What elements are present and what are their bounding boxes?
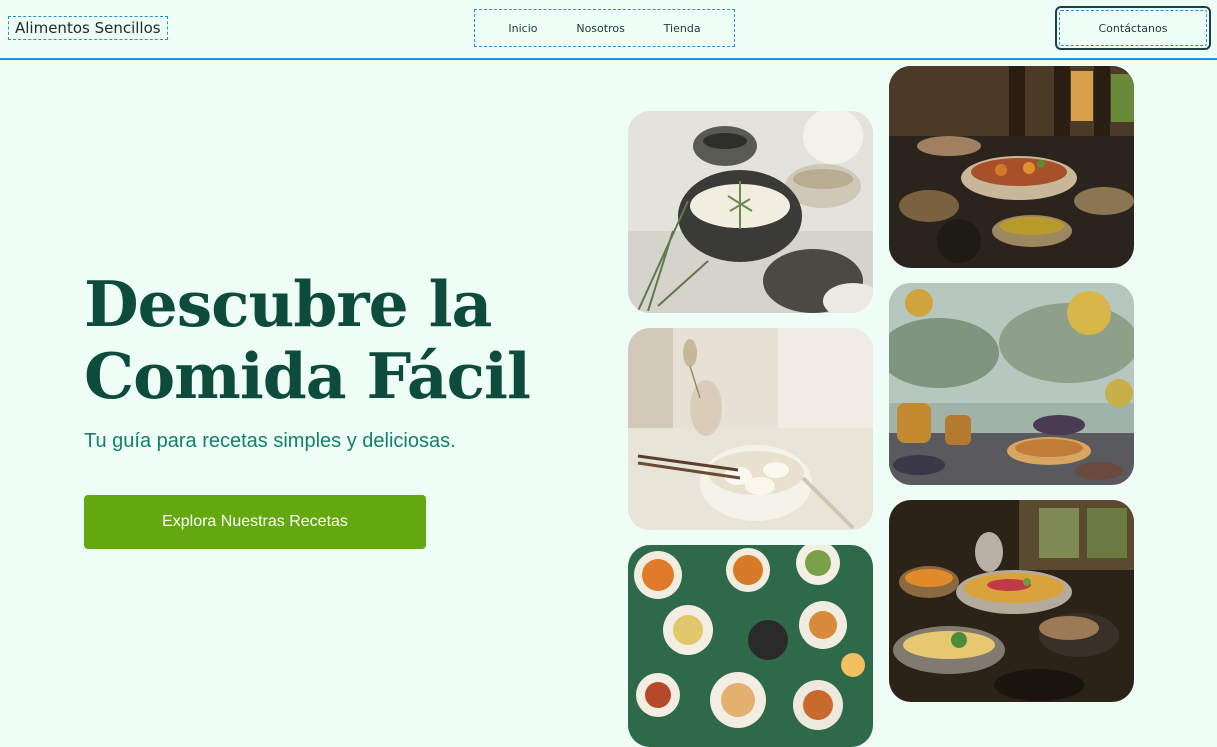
nav-link-nosotros[interactable]: Nosotros: [576, 22, 624, 35]
rustic-soup-bowls-photo: [628, 111, 873, 313]
site-logo[interactable]: Alimentos Sencillos: [8, 16, 168, 40]
rice-feast-photo: [889, 500, 1134, 702]
curry-dishes-photo: [889, 66, 1134, 268]
hero-title-line-1: Descubre la: [84, 267, 492, 341]
hero-title-line-2: Comida Fácil: [84, 339, 531, 413]
contact-button[interactable]: Contáctanos: [1055, 6, 1211, 50]
outdoor-picnic-photo: [889, 283, 1134, 485]
dumplings-bowl-photo: [628, 328, 873, 530]
hero-title: Descubre la Comida Fácil: [84, 268, 584, 412]
hero-subtitle: Tu guía para recetas simples y deliciosa…: [84, 430, 456, 452]
main-nav: Inicio Nosotros Tienda: [474, 9, 735, 47]
nav-link-tienda[interactable]: Tienda: [664, 22, 701, 35]
explore-recipes-button[interactable]: Explora Nuestras Recetas: [84, 495, 426, 549]
green-table-spread-photo: [628, 545, 873, 747]
site-header: Alimentos Sencillos Inicio Nosotros Tien…: [0, 0, 1217, 60]
nav-link-inicio[interactable]: Inicio: [508, 22, 537, 35]
